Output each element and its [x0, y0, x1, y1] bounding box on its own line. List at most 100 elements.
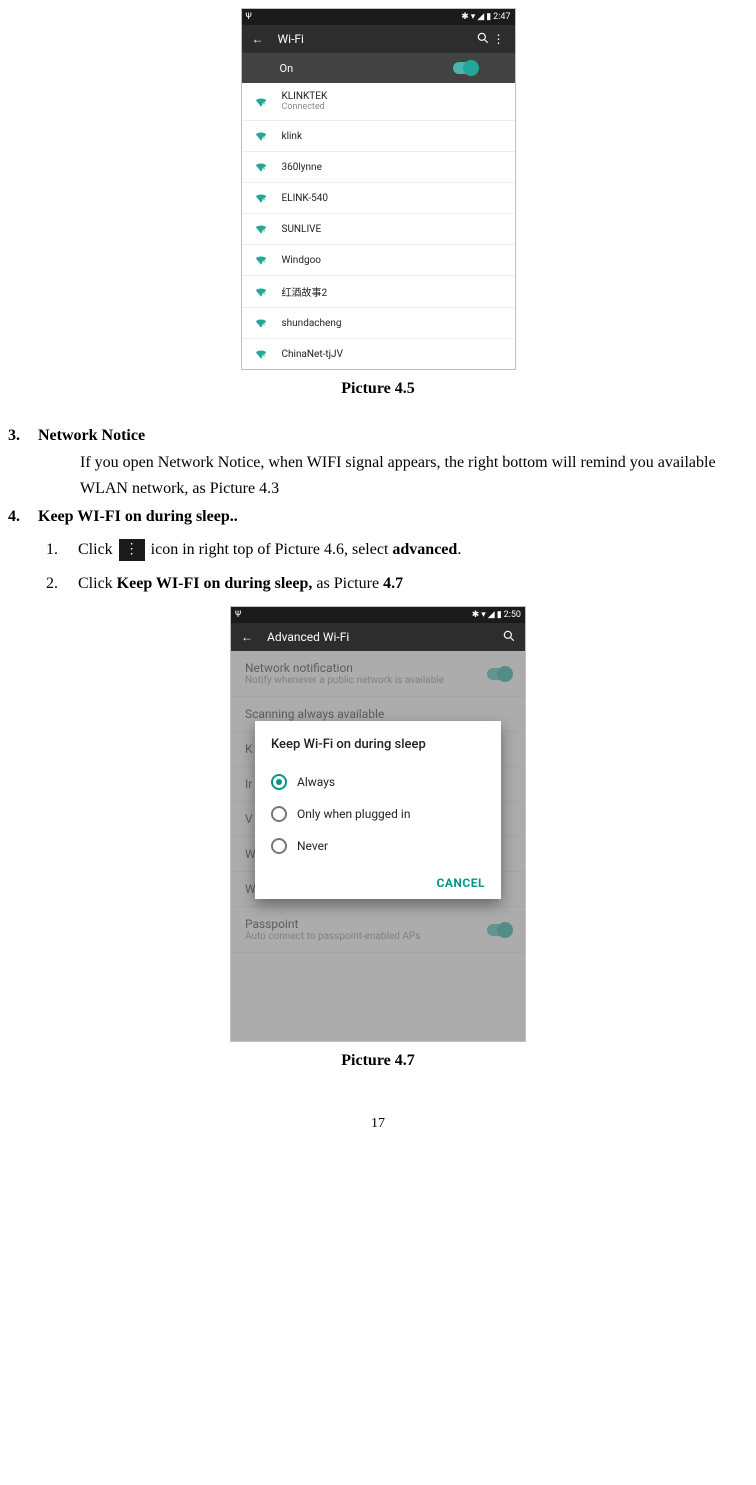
step-2-text-a: Click: [78, 575, 117, 592]
step-1-advanced: advanced: [392, 541, 457, 558]
battery-icon: ▮: [486, 12, 491, 22]
wifi-network-name: ChinaNet-tjJV: [282, 349, 343, 360]
sleep-option-label: Always: [297, 775, 335, 789]
wifi-network-name: Windgoo: [282, 255, 322, 266]
app-bar-2: ← Advanced Wi-Fi: [231, 623, 525, 651]
radio-icon: [271, 838, 287, 854]
advanced-wifi-list: Network notificationNotify whenever a pu…: [231, 651, 525, 1041]
app-bar: ← Wi-Fi ⋮: [242, 25, 515, 53]
section-3-body: If you open Network Notice, when WIFI si…: [80, 450, 748, 501]
section-3-heading: Network Notice: [38, 424, 145, 448]
step-1-text-d: .: [457, 541, 461, 558]
appbar-title-2: Advanced Wi-Fi: [267, 630, 349, 644]
step-1-text-b: icon in right top of Picture 4.6, select: [151, 541, 393, 558]
page-number: 17: [8, 1116, 748, 1132]
figure-caption-4-7: Picture 4.7: [8, 1052, 748, 1070]
wifi-network-status: Connected: [282, 102, 328, 112]
step-2-bold: Keep WI-FI on during sleep,: [117, 575, 313, 592]
advanced-wifi-screenshot: Ψ ✱ ▾ ◢ ▮ 2:50 ← Advanced Wi-Fi Network …: [230, 606, 526, 1042]
wifi-signal-icon: [254, 129, 268, 143]
wifi-network-item[interactable]: 红酒故事2: [242, 276, 515, 308]
battery-icon: ▮: [497, 610, 502, 620]
keep-wifi-sleep-dialog: Keep Wi-Fi on during sleep Always Only wh…: [255, 721, 501, 899]
wifi-signal-icon: [254, 316, 268, 330]
wifi-network-name: 360lynne: [282, 162, 322, 173]
sleep-option[interactable]: Never: [271, 830, 485, 862]
wifi-signal-icon: [254, 347, 268, 361]
usb-icon: Ψ: [235, 610, 241, 620]
wifi-status-icon: ▾: [481, 610, 486, 620]
cancel-button[interactable]: CANCEL: [437, 876, 485, 890]
wifi-network-item[interactable]: ChinaNet-tjJV: [242, 339, 515, 369]
wifi-network-text: Windgoo: [282, 255, 322, 266]
search-icon[interactable]: [475, 31, 491, 48]
wifi-signal-icon: [254, 285, 268, 299]
dialog-title: Keep Wi-Fi on during sleep: [271, 737, 485, 752]
section-4-step-2: 2. Click Keep WI-FI on during sleep, as …: [46, 571, 748, 597]
wifi-network-name: ELINK-540: [282, 193, 329, 204]
wifi-network-text: SUNLIVE: [282, 224, 322, 235]
wifi-network-name: SUNLIVE: [282, 224, 322, 235]
radio-icon: [271, 806, 287, 822]
wifi-signal-icon: [254, 95, 268, 109]
wifi-signal-icon: [254, 253, 268, 267]
bluetooth-icon: ✱: [461, 12, 469, 22]
wifi-network-item[interactable]: KLINKTEKConnected: [242, 83, 515, 121]
status-bar-2: Ψ ✱ ▾ ◢ ▮ 2:50: [231, 607, 525, 623]
wifi-network-item[interactable]: klink: [242, 121, 515, 152]
wifi-signal-icon: [254, 160, 268, 174]
section-4-number: 4.: [8, 505, 38, 529]
wifi-network-text: KLINKTEKConnected: [282, 91, 328, 112]
wifi-network-text: shundacheng: [282, 318, 342, 329]
dialog-options: Always Only when plugged in Never: [271, 766, 485, 862]
sleep-option-label: Only when plugged in: [297, 807, 410, 821]
overflow-menu-inline-icon: ⋮: [119, 539, 145, 561]
wifi-network-list: KLINKTEKConnected klink 360lynne ELINK-540 S…: [242, 83, 515, 369]
step-1-text-a: Click: [78, 537, 113, 563]
wifi-signal-icon: [254, 222, 268, 236]
step-2-picture-ref: 4.7: [383, 575, 403, 592]
signal-icon: ◢: [477, 12, 484, 22]
wifi-network-text: 360lynne: [282, 162, 322, 173]
section-3: 3. Network Notice: [8, 424, 748, 448]
wifi-network-name: klink: [282, 131, 303, 142]
overflow-menu-icon[interactable]: ⋮: [491, 32, 507, 46]
search-icon[interactable]: [501, 629, 517, 646]
section-4-step-1: 1. Click ⋮ icon in right top of Picture …: [46, 537, 748, 563]
back-icon[interactable]: ←: [239, 630, 255, 644]
wifi-network-item[interactable]: Windgoo: [242, 245, 515, 276]
sleep-option[interactable]: Always: [271, 766, 485, 798]
wifi-network-text: klink: [282, 131, 303, 142]
wifi-network-name: KLINKTEK: [282, 91, 328, 102]
signal-icon: ◢: [488, 610, 495, 620]
step-2-number: 2.: [46, 571, 72, 597]
sleep-option[interactable]: Only when plugged in: [271, 798, 485, 830]
bluetooth-icon: ✱: [472, 610, 480, 620]
wifi-network-name: shundacheng: [282, 318, 342, 329]
wifi-toggle-switch[interactable]: [453, 62, 477, 74]
section-4-heading: Keep WI-FI on during sleep..: [38, 505, 238, 529]
sleep-option-label: Never: [297, 839, 328, 853]
wifi-network-item[interactable]: 360lynne: [242, 152, 515, 183]
step-1-number: 1.: [46, 537, 72, 563]
status-time: 2:47: [493, 12, 510, 22]
radio-icon: [271, 774, 287, 790]
section-3-number: 3.: [8, 424, 38, 448]
wifi-network-text: 红酒故事2: [282, 284, 328, 299]
wifi-network-text: ChinaNet-tjJV: [282, 349, 343, 360]
wifi-network-text: ELINK-540: [282, 193, 329, 204]
back-icon[interactable]: ←: [250, 32, 266, 46]
usb-icon: Ψ: [246, 12, 252, 22]
step-2-text-c: as Picture: [312, 575, 383, 592]
figure-caption-4-5: Picture 4.5: [8, 380, 748, 398]
section-4: 4. Keep WI-FI on during sleep..: [8, 505, 748, 529]
wifi-network-item[interactable]: ELINK-540: [242, 183, 515, 214]
status-bar: Ψ ✱ ▾ ◢ ▮ 2:47: [242, 9, 515, 25]
wifi-master-toggle-row[interactable]: On: [242, 53, 515, 83]
wifi-network-item[interactable]: SUNLIVE: [242, 214, 515, 245]
status-time-2: 2:50: [504, 610, 521, 620]
wifi-network-name: 红酒故事2: [282, 284, 328, 299]
wifi-network-item[interactable]: shundacheng: [242, 308, 515, 339]
wifi-settings-screenshot: Ψ ✱ ▾ ◢ ▮ 2:47 ← Wi-Fi ⋮ On KL: [241, 8, 516, 370]
appbar-title: Wi-Fi: [278, 32, 304, 46]
